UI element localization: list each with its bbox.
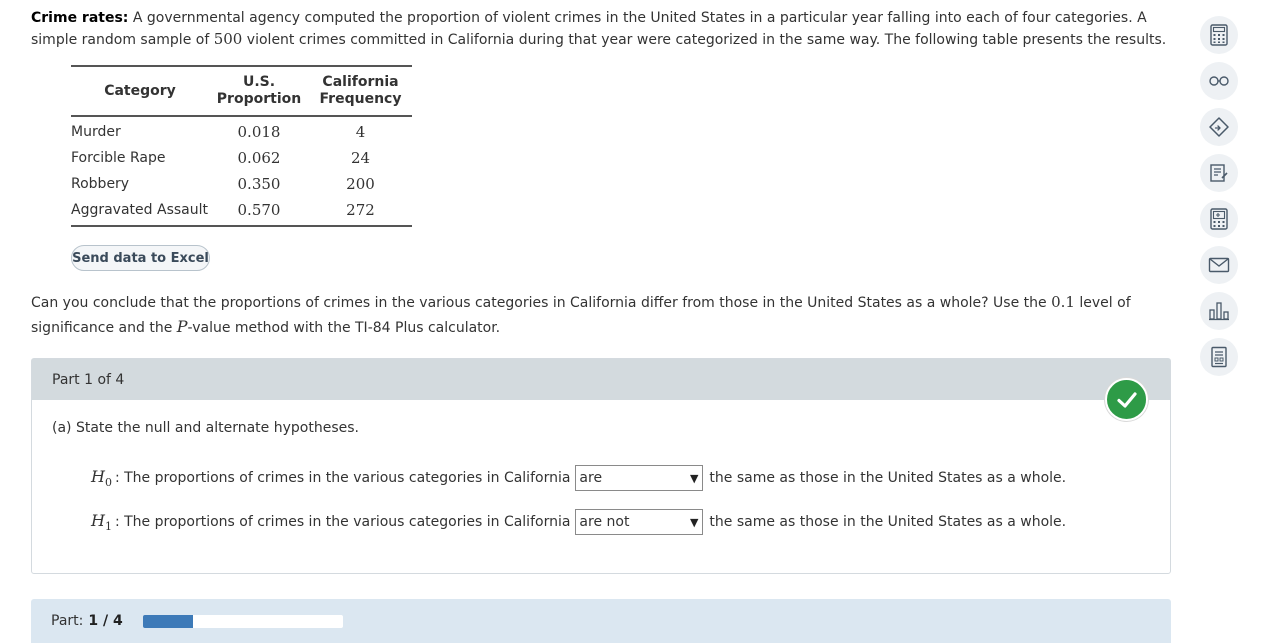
progress-value: 1 / 4 (88, 613, 123, 629)
h0-suffix: the same as those in the United States a… (709, 470, 1067, 486)
progress-footer: Part: 1 / 4 (31, 599, 1171, 643)
table-body: Murder 0.018 4 Forcible Rape 0.062 24 Ro… (71, 117, 412, 225)
part-prompt: (a) State the null and alternate hypothe… (52, 420, 359, 436)
header-category: Category (104, 83, 176, 99)
question-text: Can you conclude that the proportions of… (31, 290, 1171, 340)
cell-us-proportion: 0.350 (237, 175, 281, 193)
alternate-hypothesis: H1 : The proportions of crimes in the va… (91, 509, 1066, 535)
mail-icon[interactable] (1200, 246, 1238, 284)
tag-icon[interactable] (1200, 108, 1238, 146)
progress-fill (142, 614, 193, 628)
h0-subscript: 0 (104, 476, 112, 490)
null-hypothesis: H0 : The proportions of crimes in the va… (91, 465, 1066, 491)
cell-ca-frequency: 4 (355, 123, 366, 141)
glasses-icon[interactable] (1200, 62, 1238, 100)
cell-ca-frequency: 272 (346, 201, 375, 219)
part-header: Part 1 of 4 (32, 359, 1170, 400)
table-row: Robbery 0.350 200 (71, 171, 412, 197)
h0-symbol: H0 (91, 467, 112, 489)
h1-suffix: the same as those in the United States a… (709, 514, 1067, 530)
bar-chart-icon[interactable] (1200, 292, 1238, 330)
intro-text-b: violent crimes committed in California d… (242, 32, 1167, 48)
h1-subscript: 1 (104, 520, 112, 534)
header-ca-line2: Frequency (319, 91, 402, 107)
calculator-ti-icon[interactable] (1200, 200, 1238, 238)
header-california-frequency: California Frequency (309, 74, 412, 108)
cell-ca-frequency: 24 (350, 149, 371, 167)
h1-symbol: H1 (91, 511, 112, 533)
header-us-line1: U.S. (242, 74, 276, 90)
h0-prefix: : The proportions of crimes in the vario… (114, 470, 571, 486)
dropdown-arrow-icon: ▼ (689, 515, 699, 529)
cell-us-proportion: 0.062 (237, 149, 281, 167)
checkmark-icon (1105, 378, 1148, 421)
h1-dropdown[interactable]: are not ▼ (575, 509, 704, 535)
header-us-line2: Proportion (216, 91, 302, 107)
h0-selected-value: are (579, 470, 603, 486)
progress-track (142, 614, 343, 628)
h1-letter: H (91, 510, 105, 530)
p-symbol: P (176, 317, 188, 336)
progress-label: Part: (51, 613, 84, 629)
crime-data-table: Category U.S. Proportion California Freq… (71, 65, 412, 227)
cell-category: Aggravated Assault (71, 202, 208, 218)
cell-category: Murder (71, 124, 121, 140)
send-to-excel-button[interactable]: Send data to Excel (71, 245, 210, 271)
table-row: Aggravated Assault 0.570 272 (71, 197, 412, 223)
cell-us-proportion: 0.570 (237, 201, 281, 219)
table-bottom-rule (71, 225, 412, 227)
cell-category: Robbery (71, 176, 130, 192)
header-us-proportion: U.S. Proportion (209, 74, 309, 108)
calculator-icon[interactable] (1200, 16, 1238, 54)
question-text-a: Can you conclude that the proportions of… (31, 295, 1052, 311)
problem-intro: Crime rates: A governmental agency compu… (31, 8, 1181, 51)
cell-us-proportion: 0.018 (237, 123, 281, 141)
part-panel: Part 1 of 4 (a) State the null and alter… (31, 358, 1171, 574)
h1-prefix: : The proportions of crimes in the vario… (114, 514, 571, 530)
cell-category: Forcible Rape (71, 150, 166, 166)
h0-dropdown[interactable]: are ▼ (575, 465, 704, 491)
cell-ca-frequency: 200 (346, 175, 375, 193)
sample-size: 500 (213, 30, 243, 48)
data-sheet-icon[interactable] (1200, 338, 1238, 376)
table-header-row: Category U.S. Proportion California Freq… (71, 67, 412, 115)
h1-selected-value: are not (579, 514, 630, 530)
significance-level: 0.1 (1051, 293, 1075, 311)
table-row: Forcible Rape 0.062 24 (71, 145, 412, 171)
tool-sidebar (1200, 16, 1238, 384)
h0-letter: H (91, 466, 105, 486)
dropdown-arrow-icon: ▼ (689, 471, 699, 485)
question-text-c: -value method with the TI-84 Plus calcul… (187, 320, 501, 336)
problem-title: Crime rates: (31, 10, 129, 26)
notes-icon[interactable] (1200, 154, 1238, 192)
table-row: Murder 0.018 4 (71, 119, 412, 145)
header-ca-line1: California (322, 74, 399, 90)
